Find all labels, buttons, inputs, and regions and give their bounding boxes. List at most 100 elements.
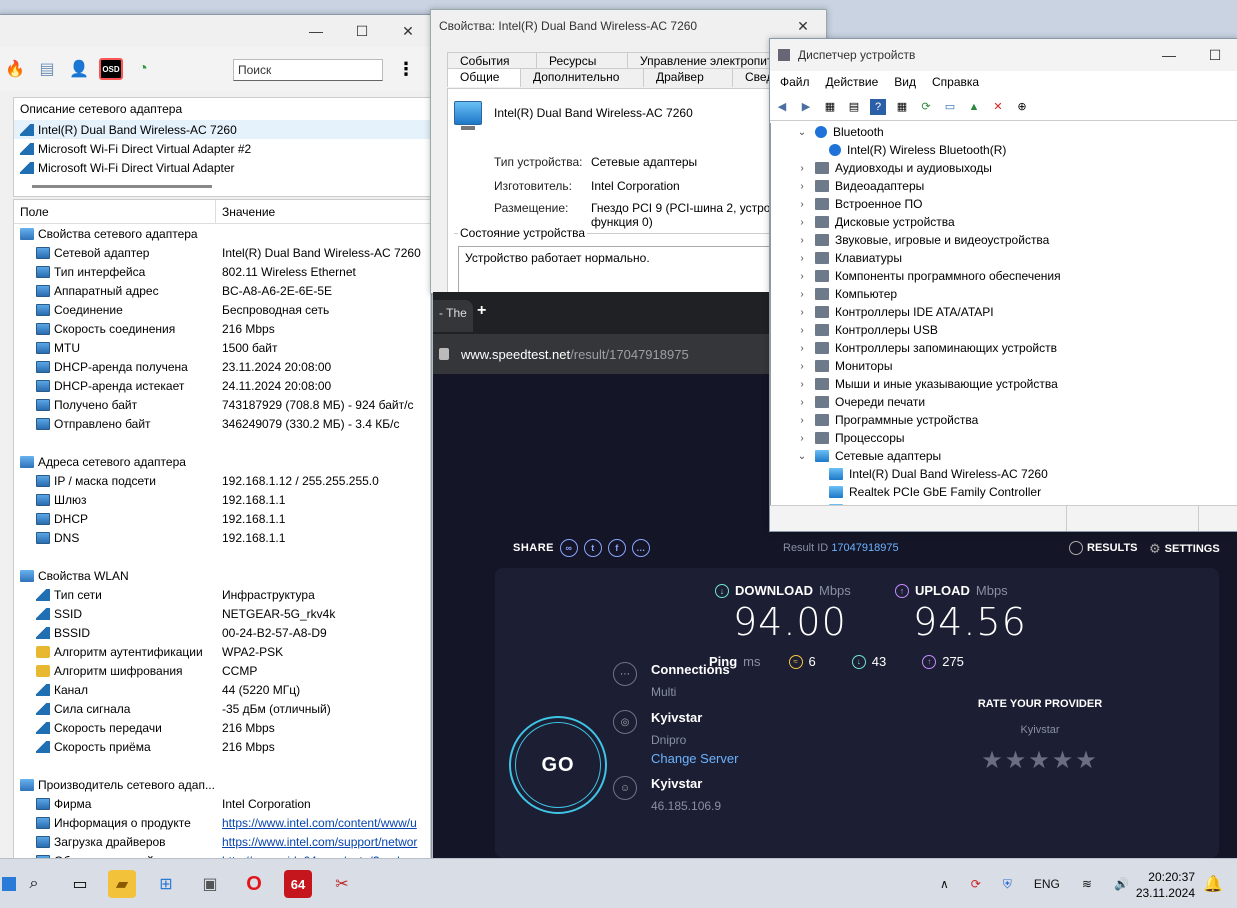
- rating-stars[interactable]: ★★★★★: [965, 746, 1115, 775]
- properties-icon[interactable]: ▦: [822, 99, 838, 115]
- user-icon[interactable]: 👤: [67, 57, 91, 81]
- lock-icon[interactable]: [439, 348, 449, 360]
- tree-category[interactable]: › Процессоры: [771, 429, 1237, 447]
- chevron-down-icon[interactable]: ⌄: [795, 451, 809, 462]
- col-value-header[interactable]: Значение: [216, 200, 281, 223]
- section-header[interactable]: Адреса сетевого адаптера: [14, 452, 430, 471]
- list-icon[interactable]: ▤: [846, 99, 862, 115]
- chevron-right-icon[interactable]: ›: [795, 343, 809, 354]
- tree-category[interactable]: › Аудиовходы и аудиовыходы: [771, 159, 1237, 177]
- tree-category[interactable]: › Дисковые устройства: [771, 213, 1237, 231]
- chevron-right-icon[interactable]: ›: [795, 397, 809, 408]
- chevron-right-icon[interactable]: ›: [795, 415, 809, 426]
- table-row[interactable]: Скорость приёма 216 Mbps: [14, 737, 430, 756]
- tree-category[interactable]: › Контроллеры IDE ATA/ATAPI: [771, 303, 1237, 321]
- table-row[interactable]: BSSID 00-24-B2-57-A8-D9: [14, 623, 430, 642]
- notification-bell-icon[interactable]: 🔔: [1199, 870, 1227, 898]
- tree-category[interactable]: › Встроенное ПО: [771, 195, 1237, 213]
- tree-category[interactable]: › Мыши и иные указывающие устройства: [771, 375, 1237, 393]
- table-row[interactable]: Отправлено байт 346249079 (330.2 МБ) - 3.…: [14, 414, 430, 433]
- table-row[interactable]: Получено байт 743187929 (708.8 МБ) - 924 …: [14, 395, 430, 414]
- chevron-right-icon[interactable]: ›: [795, 181, 809, 192]
- result-id-link[interactable]: 17047918975: [831, 542, 898, 554]
- facebook-icon[interactable]: f: [608, 539, 627, 557]
- more-share-icon[interactable]: …: [632, 539, 651, 557]
- settings-button[interactable]: ⚙ SETTINGS: [1149, 541, 1220, 557]
- download-icon[interactable]: ⊕: [1014, 99, 1030, 115]
- table-row[interactable]: SSID NETGEAR-5G_rkv4k: [14, 604, 430, 623]
- tree-category[interactable]: › Контроллеры USB: [771, 321, 1237, 339]
- tree-category[interactable]: › Звуковые, игровые и видеоустройства: [771, 231, 1237, 249]
- gauge-icon[interactable]: ◔: [131, 57, 155, 81]
- language-indicator[interactable]: ENG: [1034, 877, 1060, 891]
- new-tab-icon[interactable]: +: [477, 302, 486, 320]
- minimize-button[interactable]: —: [1146, 39, 1192, 71]
- tree-category[interactable]: › Мониторы: [771, 357, 1237, 375]
- sync-icon[interactable]: ⟳: [971, 877, 981, 891]
- change-server-link[interactable]: Change Server: [651, 751, 738, 766]
- results-button[interactable]: RESULTS: [1069, 541, 1138, 555]
- minimize-button[interactable]: —: [293, 15, 339, 47]
- search-icon[interactable]: ⌕: [20, 870, 48, 898]
- field-value[interactable]: https://www.intel.com/support/networ: [220, 835, 430, 849]
- menu-file[interactable]: Файл: [780, 75, 810, 89]
- chevron-right-icon[interactable]: ›: [795, 217, 809, 228]
- tab-general[interactable]: Общие: [447, 68, 521, 87]
- chevron-right-icon[interactable]: ›: [795, 163, 809, 174]
- table-row[interactable]: MTU 1500 байт: [14, 338, 430, 357]
- chevron-right-icon[interactable]: ›: [795, 199, 809, 210]
- snipping-tool-icon[interactable]: ✂: [328, 870, 356, 898]
- help-icon[interactable]: ?: [870, 98, 886, 115]
- adapter-item[interactable]: Microsoft Wi-Fi Direct Virtual Adapter: [14, 158, 430, 177]
- table-row[interactable]: Тип интерфейса 802.11 Wireless Ethernet: [14, 262, 430, 281]
- table-row[interactable]: Алгоритм аутентификации WPA2-PSK: [14, 642, 430, 661]
- tree-category[interactable]: › Компоненты программного обеспечения: [771, 267, 1237, 285]
- table-row[interactable]: Соединение Беспроводная сеть: [14, 300, 430, 319]
- tree-category[interactable]: › Компьютер: [771, 285, 1237, 303]
- back-icon[interactable]: ◀: [774, 99, 790, 115]
- start-button[interactable]: [0, 870, 18, 898]
- horizontal-scrollbar[interactable]: [32, 185, 212, 188]
- tree-category[interactable]: › Программные устройства: [771, 411, 1237, 429]
- table-row[interactable]: Загрузка драйверов https://www.intel.com/…: [14, 832, 430, 851]
- file-explorer-icon[interactable]: ▰: [108, 870, 136, 898]
- table-row[interactable]: IP / маска подсети 192.168.1.12 / 255.255…: [14, 471, 430, 490]
- field-value[interactable]: https://www.intel.com/content/www/u: [220, 816, 430, 830]
- chevron-right-icon[interactable]: ›: [795, 379, 809, 390]
- tree-device[interactable]: Intel(R) Wireless Bluetooth(R): [771, 141, 1237, 159]
- chevron-up-icon[interactable]: ∧: [940, 877, 949, 891]
- chevron-right-icon[interactable]: ›: [795, 325, 809, 336]
- go-button[interactable]: GO: [509, 716, 607, 814]
- task-view-icon[interactable]: ▭: [66, 870, 94, 898]
- chevron-down-icon[interactable]: ⌄: [795, 127, 809, 138]
- chevron-right-icon[interactable]: ›: [795, 271, 809, 282]
- table-row[interactable]: Информация о продукте https://www.intel.c…: [14, 813, 430, 832]
- device-manager-taskbar-icon[interactable]: ▣: [196, 870, 224, 898]
- table-row[interactable]: Сетевой адаптер Intel(R) Dual Band Wirele…: [14, 243, 430, 262]
- opera-icon[interactable]: O: [240, 870, 268, 898]
- connections-icon[interactable]: ⋯: [613, 662, 637, 686]
- table-row[interactable]: DHCP 192.168.1.1: [14, 509, 430, 528]
- store-icon[interactable]: ⊞: [152, 870, 180, 898]
- table-row[interactable]: Шлюз 192.168.1.1: [14, 490, 430, 509]
- tab-advanced[interactable]: Дополнительно: [520, 68, 644, 87]
- chevron-right-icon[interactable]: ›: [795, 361, 809, 372]
- chevron-right-icon[interactable]: ›: [795, 235, 809, 246]
- wifi-icon[interactable]: ≋: [1082, 877, 1092, 891]
- browser-tab[interactable]: - The: [433, 300, 473, 332]
- chevron-right-icon[interactable]: ›: [795, 433, 809, 444]
- table-row[interactable]: Фирма Intel Corporation: [14, 794, 430, 813]
- table-row[interactable]: Канал 44 (5220 МГц): [14, 680, 430, 699]
- update-driver-icon[interactable]: ⟳: [918, 99, 934, 115]
- adapter-item[interactable]: Microsoft Wi-Fi Direct Virtual Adapter #…: [14, 139, 430, 158]
- table-row[interactable]: DHCP-аренда получена 23.11.2024 20:08:00: [14, 357, 430, 376]
- more-menu-icon[interactable]: ⋮: [397, 59, 415, 80]
- tab-resources[interactable]: Ресурсы: [536, 52, 628, 69]
- table-row[interactable]: Алгоритм шифрования CCMP: [14, 661, 430, 680]
- chevron-right-icon[interactable]: ›: [795, 307, 809, 318]
- table-row[interactable]: Аппаратный адрес BC-A8-A6-2E-6E-5E: [14, 281, 430, 300]
- security-icon[interactable]: ⛨: [1003, 877, 1012, 892]
- tab-events[interactable]: События: [447, 52, 537, 69]
- menu-help[interactable]: Справка: [932, 75, 979, 89]
- close-button[interactable]: ✕: [385, 15, 431, 47]
